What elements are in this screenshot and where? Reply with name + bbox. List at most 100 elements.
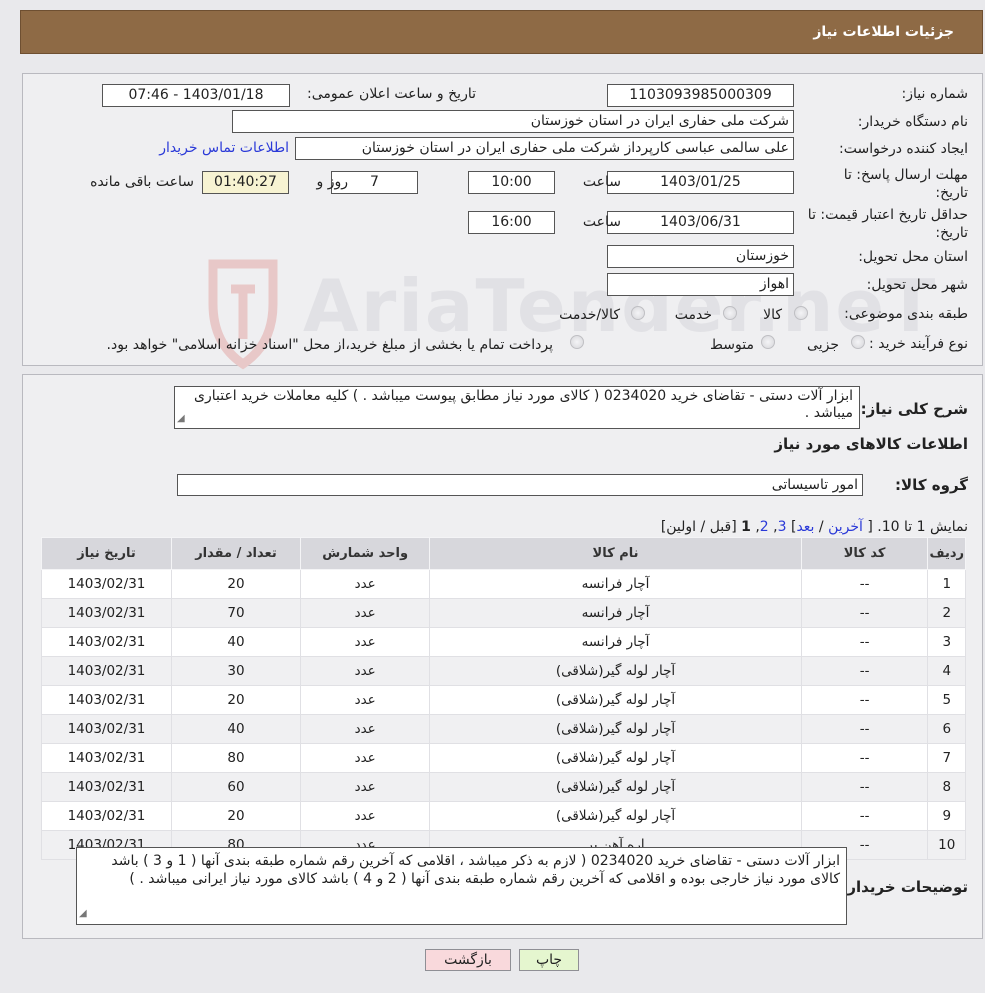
deadline-date-field: 1403/01/25 [607, 171, 794, 194]
cell-unit: عدد [299, 627, 431, 657]
cell-qty: 20 [170, 801, 301, 831]
pagination-last-link[interactable]: آخرین [828, 519, 863, 535]
col-header: کد کالا [800, 537, 929, 570]
items-table-wrapper: ردیف کد کالا نام کالا واحد شمارش تعداد /… [41, 537, 966, 860]
group-field: امور تاسیساتی [177, 474, 863, 496]
validity-time-field: 16:00 [468, 211, 555, 234]
summary-text: ابزار آلات دستی - تقاضای خرید 0234020 ( … [194, 388, 853, 421]
table-header-row: ردیف کد کالا نام کالا واحد شمارش تعداد /… [41, 537, 966, 570]
deadline-label: مهلت ارسال پاسخ: تا تاریخ: [843, 167, 968, 201]
buyer-notes-label: توضیحات خریدار: [841, 878, 968, 896]
contact-buyer-link[interactable]: اطلاعات تماس خریدار [159, 140, 289, 156]
cell-unit: عدد [299, 772, 431, 802]
pagination-page-2[interactable]: 2 [760, 519, 769, 535]
table-row: 4 -- آچار لوله گیر(شلاقی) عدد 30 1403/02… [41, 656, 966, 686]
cell-code: -- [800, 772, 929, 802]
table-row: 3 -- آچار فرانسه عدد 40 1403/02/31 [41, 627, 966, 657]
need-number-field: 1103093985000309 [607, 84, 794, 107]
col-header: نام کالا [429, 537, 802, 570]
cell-unit: عدد [299, 569, 431, 599]
cell-name: آچار فرانسه [429, 569, 802, 599]
cell-code: -- [800, 627, 929, 657]
pagination-bracket-open: [ [867, 519, 873, 535]
cell-index: 5 [927, 685, 966, 715]
cell-qty: 80 [170, 743, 301, 773]
city-field: اهواز [607, 273, 794, 296]
cell-name: آچار لوله گیر(شلاقی) [429, 685, 802, 715]
validity-time-label: ساعت [582, 214, 621, 230]
city-label: شهر محل تحویل: [866, 277, 968, 293]
cell-date: 1403/02/31 [41, 714, 172, 744]
cell-unit: عدد [299, 685, 431, 715]
watermark-logo [208, 259, 278, 370]
pagination: نمایش 1 تا 10. [ آخرین / بعد] 3, 2, 1 [ق… [660, 519, 968, 535]
process-medium-label: متوسط [710, 337, 754, 353]
cell-name: آچار لوله گیر(شلاقی) [429, 772, 802, 802]
cell-code: -- [800, 685, 929, 715]
summary-textarea[interactable]: ابزار آلات دستی - تقاضای خرید 0234020 ( … [174, 386, 860, 429]
need-info-panel: AriaTender.neT شماره نیاز: 1103093985000… [22, 73, 983, 370]
print-button[interactable]: چاپ [519, 949, 579, 971]
cell-qty: 40 [170, 627, 301, 657]
cell-unit: عدد [299, 598, 431, 628]
province-label: استان محل تحویل: [858, 249, 968, 265]
cell-date: 1403/02/31 [41, 772, 172, 802]
pagination-sep: / [818, 519, 824, 535]
cell-date: 1403/02/31 [41, 569, 172, 599]
page-header: جزئیات اطلاعات نیاز [20, 10, 983, 54]
buyer-notes-textarea[interactable]: ابزار آلات دستی - تقاضای خرید 0234020 ( … [76, 847, 847, 925]
table-row: 8 -- آچار لوله گیر(شلاقی) عدد 60 1403/02… [41, 772, 966, 802]
cell-unit: عدد [299, 801, 431, 831]
category-service-radio[interactable] [723, 306, 737, 320]
category-goods-label: کالا [763, 307, 782, 323]
process-minor-radio[interactable] [851, 335, 865, 349]
announce-field: 1403/01/18 - 07:46 [102, 84, 290, 107]
buyer-org-field: شرکت ملی حفاری ایران در استان خوزستان [232, 110, 794, 133]
remaining-time-field: 01:40:27 [202, 171, 289, 194]
category-both-radio[interactable] [631, 306, 645, 320]
col-header: تاریخ نیاز [41, 537, 172, 570]
cell-index: 1 [927, 569, 966, 599]
cell-code: -- [800, 801, 929, 831]
cell-code: -- [800, 569, 929, 599]
cell-qty: 40 [170, 714, 301, 744]
cell-index: 3 [927, 627, 966, 657]
cell-name: آچار فرانسه [429, 598, 802, 628]
deadline-time-field: 10:00 [468, 171, 555, 194]
cell-code: -- [800, 714, 929, 744]
pagination-next-link[interactable]: بعد [796, 519, 814, 535]
table-row: 9 -- آچار لوله گیر(شلاقی) عدد 20 1403/02… [41, 801, 966, 831]
cell-name: آچار فرانسه [429, 627, 802, 657]
cell-date: 1403/02/31 [41, 801, 172, 831]
process-medium-radio[interactable] [761, 335, 775, 349]
category-goods-radio[interactable] [794, 306, 808, 320]
validity-date-field: 1403/06/31 [607, 211, 794, 234]
pagination-page-3[interactable]: 3 [778, 519, 787, 535]
table-row: 1 -- آچار فرانسه عدد 20 1403/02/31 [41, 569, 966, 599]
creator-label: ایجاد کننده درخواست: [839, 141, 968, 157]
cell-qty: 30 [170, 656, 301, 686]
validity-label: حداقل تاریخ اعتبار قیمت: تا تاریخ: [807, 207, 968, 241]
cell-name: آچار لوله گیر(شلاقی) [429, 801, 802, 831]
deadline-time-label: ساعت [582, 174, 621, 190]
cell-qty: 20 [170, 569, 301, 599]
cell-date: 1403/02/31 [41, 656, 172, 686]
cell-index: 8 [927, 772, 966, 802]
treasury-checkbox[interactable] [570, 335, 584, 349]
pagination-prev-first: [قبل / اولین] [660, 519, 737, 535]
cell-qty: 60 [170, 772, 301, 802]
cell-code: -- [800, 743, 929, 773]
cell-index: 2 [927, 598, 966, 628]
pagination-page-1: 1 [741, 519, 751, 535]
resize-grip-icon: ◢ [79, 908, 87, 919]
back-button[interactable]: بازگشت [425, 949, 511, 971]
cell-unit: عدد [299, 714, 431, 744]
col-header: تعداد / مقدار [170, 537, 301, 570]
cell-qty: 70 [170, 598, 301, 628]
process-minor-label: جزیی [807, 337, 839, 353]
cell-code: -- [800, 656, 929, 686]
cell-unit: عدد [299, 743, 431, 773]
table-row: 7 -- آچار لوله گیر(شلاقی) عدد 80 1403/02… [41, 743, 966, 773]
category-both-label: کالا/خدمت [559, 307, 620, 323]
col-header: ردیف [927, 537, 966, 570]
